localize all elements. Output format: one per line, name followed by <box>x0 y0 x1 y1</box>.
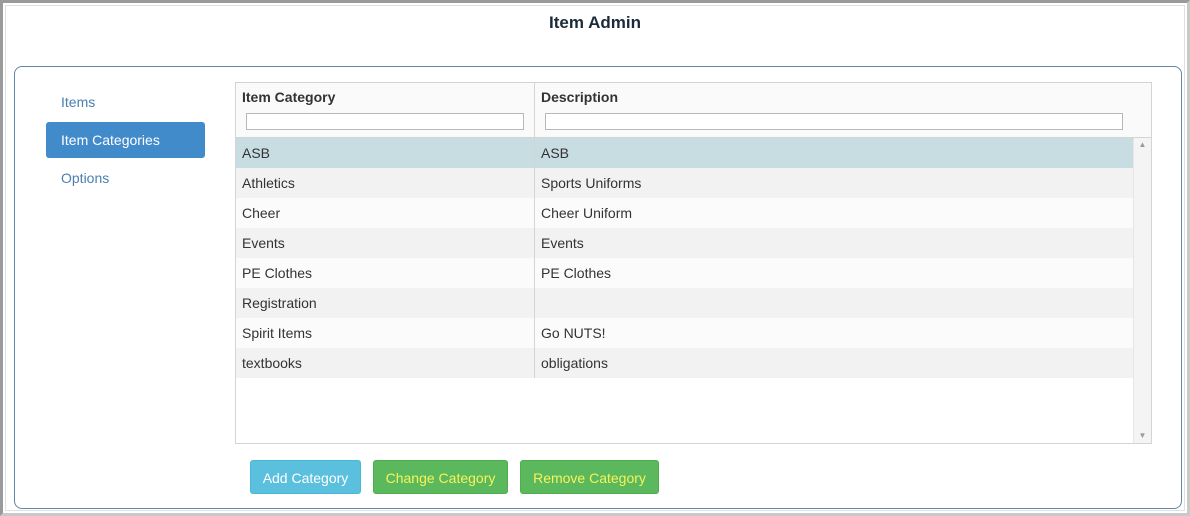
sidebar-item-options[interactable]: Options <box>46 160 205 196</box>
category-cell: Events <box>236 228 535 258</box>
description-filter-input[interactable] <box>545 113 1123 130</box>
description-cell: Events <box>541 235 584 251</box>
description-cell: obligations <box>541 355 608 371</box>
column-header-item-category[interactable]: Item Category <box>236 83 535 137</box>
description-cell: ASB <box>541 145 570 161</box>
grid-body: ASB ASB Athletics Sports Uniforms Cheer … <box>236 138 1133 378</box>
category-cell: Spirit Items <box>236 318 535 348</box>
category-grid: Item Category Description ASB ASB Athlet… <box>235 82 1152 444</box>
app-window: Item Admin Items Item Categories Options… <box>0 0 1190 516</box>
category-cell: Cheer <box>236 198 535 228</box>
table-row[interactable]: Athletics Sports Uniforms <box>236 168 1133 198</box>
change-category-button[interactable]: Change Category <box>373 460 508 494</box>
page-title: Item Admin <box>549 13 641 32</box>
sidebar-nav: Items Item Categories Options <box>46 84 205 198</box>
grid-header: Item Category Description <box>236 83 1151 138</box>
category-cell: Registration <box>236 288 535 318</box>
table-row[interactable]: Spirit Items Go NUTS! <box>236 318 1133 348</box>
category-cell: ASB <box>236 138 535 168</box>
description-cell: Cheer Uniform <box>541 205 633 221</box>
category-cell: PE Clothes <box>236 258 535 288</box>
table-row[interactable]: ASB ASB <box>236 138 1133 168</box>
column-title: Item Category <box>242 89 336 105</box>
item-category-filter-input[interactable] <box>246 113 524 130</box>
sidebar-item-item-categories[interactable]: Item Categories <box>46 122 205 158</box>
remove-category-button[interactable]: Remove Category <box>520 460 659 494</box>
admin-panel: Items Item Categories Options Item Categ… <box>14 66 1182 509</box>
column-title: Description <box>541 89 619 105</box>
table-row[interactable]: textbooks obligations <box>236 348 1133 378</box>
description-cell: Sports Uniforms <box>541 175 642 191</box>
scroll-up-arrow-icon[interactable]: ▲ <box>1134 138 1151 152</box>
description-cell <box>535 288 1133 318</box>
table-row[interactable]: Registration <box>236 288 1133 318</box>
sidebar-item-items[interactable]: Items <box>46 84 205 120</box>
category-cell: Athletics <box>236 168 535 198</box>
table-row[interactable]: PE Clothes PE Clothes <box>236 258 1133 288</box>
column-header-description[interactable]: Description <box>535 83 1133 137</box>
description-cell: Go NUTS! <box>541 325 606 341</box>
vertical-scrollbar[interactable]: ▲ ▼ <box>1133 138 1151 443</box>
table-row[interactable]: Cheer Cheer Uniform <box>236 198 1133 228</box>
table-row[interactable]: Events Events <box>236 228 1133 258</box>
scroll-down-arrow-icon[interactable]: ▼ <box>1134 429 1151 443</box>
category-cell: textbooks <box>236 348 535 378</box>
description-cell: PE Clothes <box>541 265 612 281</box>
add-category-button[interactable]: Add Category <box>250 460 361 494</box>
